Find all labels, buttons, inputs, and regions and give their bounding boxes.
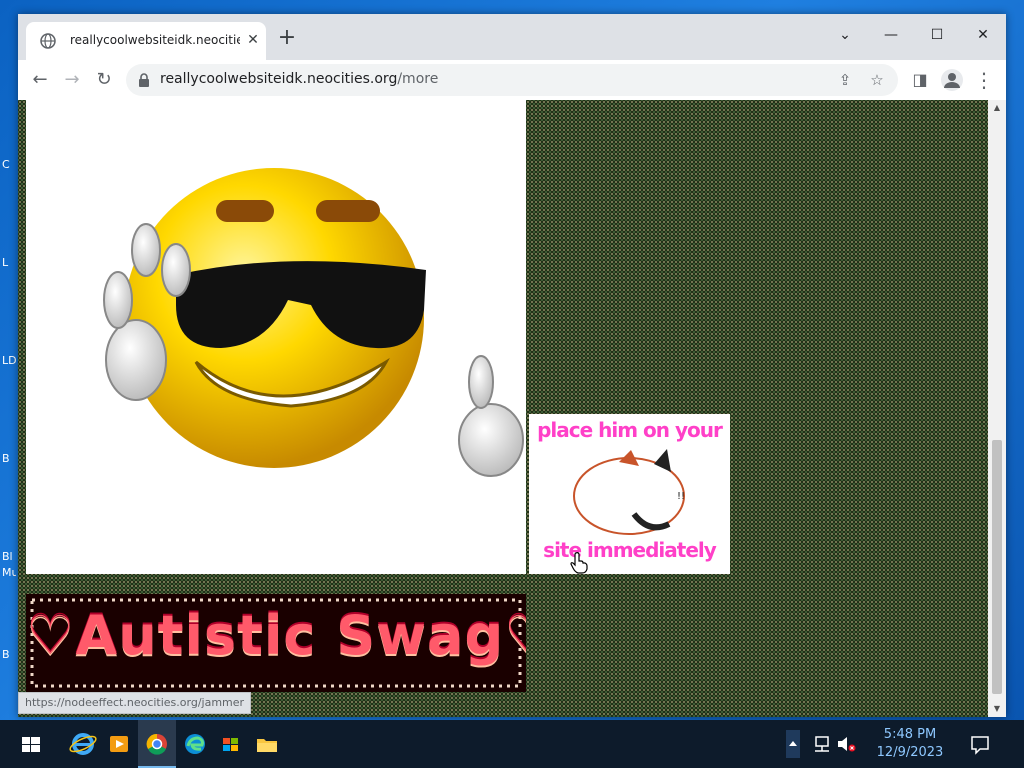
close-tab-icon[interactable]: ✕: [244, 31, 262, 49]
tab-strip: reallycoolwebsiteidk.neocities.org ✕ + ⌄…: [18, 14, 1006, 60]
action-center-icon[interactable]: [968, 732, 992, 756]
volume-muted-icon[interactable]: [836, 734, 856, 754]
media-player-icon[interactable]: [104, 728, 134, 760]
browser-tab[interactable]: reallycoolwebsiteidk.neocities.org ✕: [26, 22, 266, 60]
sunglasses-emoji-image: [26, 100, 526, 574]
desktop-icon-label[interactable]: Mu: [2, 566, 16, 579]
url-host: reallycoolwebsiteidk.neocities.org: [160, 71, 398, 87]
bookmark-star-icon[interactable]: ☆: [866, 69, 888, 91]
taskbar-clock[interactable]: 5:48 PM 12/9/2023: [862, 726, 958, 762]
url-text[interactable]: reallycoolwebsiteidk.neocities.org/more: [160, 71, 438, 87]
web-page: place him on your !! site immediately ♡A…: [18, 100, 988, 717]
chrome-menu-icon[interactable]: ⋮: [972, 68, 996, 92]
place-him-cat-gif[interactable]: place him on your !! site immediately: [529, 414, 730, 574]
maximize-button[interactable]: ☐: [922, 22, 952, 48]
url-path: /more: [397, 71, 439, 87]
desktop-icon-label[interactable]: B: [2, 452, 16, 465]
close-window-button[interactable]: ✕: [968, 22, 998, 48]
edge-icon[interactable]: [180, 728, 210, 760]
sunglasses-emoji-icon: [103, 168, 524, 477]
banner-text: ♡Autistic Swag♡: [26, 604, 526, 667]
lock-icon[interactable]: [138, 73, 150, 87]
browser-toolbar: ← → ↻ reallycoolwebsiteidk.neocities.org…: [18, 60, 1006, 101]
clock-time: 5:48 PM: [883, 727, 937, 742]
minimize-button[interactable]: —: [876, 22, 906, 48]
status-url-bubble: https://nodeeffect.neocities.org/jammer: [18, 692, 252, 714]
autistic-swag-banner: ♡Autistic Swag♡: [26, 594, 526, 692]
tab-title: reallycoolwebsiteidk.neocities.org: [70, 33, 240, 47]
globe-icon: [40, 33, 56, 49]
desktop-icon-label[interactable]: L: [2, 256, 16, 269]
share-icon[interactable]: ⇪: [834, 69, 856, 91]
chrome-window: reallycoolwebsiteidk.neocities.org ✕ + ⌄…: [18, 14, 1006, 717]
cat-drawing-icon: !!: [573, 449, 685, 535]
chrome-icon[interactable]: [142, 728, 172, 760]
desktop-icon-label[interactable]: Bl: [2, 550, 16, 563]
reload-button[interactable]: ↻: [92, 68, 116, 92]
windows-start-icon[interactable]: [16, 728, 46, 760]
hand-cursor-icon: [570, 552, 588, 574]
show-hidden-icons-icon[interactable]: [786, 730, 800, 758]
internet-explorer-icon[interactable]: [68, 728, 98, 760]
file-explorer-icon[interactable]: [252, 728, 282, 760]
tab-search-icon[interactable]: ⌄: [830, 22, 860, 48]
profile-avatar-icon[interactable]: [940, 68, 964, 92]
page-scrollbar[interactable]: ▲ ▼: [988, 100, 1006, 717]
scroll-thumb[interactable]: [992, 440, 1002, 694]
desktop-icon-label[interactable]: B: [2, 648, 16, 661]
cat-gif-top-text: place him on your: [537, 418, 723, 442]
forward-button[interactable]: →: [60, 68, 84, 92]
desktop-icon-label[interactable]: C: [2, 158, 16, 171]
scroll-down-arrow-icon[interactable]: ▼: [988, 701, 1006, 717]
desktop-icon-label[interactable]: LD: [2, 354, 16, 367]
taskbar: 5:48 PM 12/9/2023: [0, 720, 1024, 768]
side-panel-icon[interactable]: ◨: [908, 68, 932, 92]
back-button[interactable]: ←: [28, 68, 52, 92]
cat-gif-bottom-text: site immediately: [543, 538, 717, 562]
svg-text:!!: !!: [677, 491, 685, 502]
address-bar[interactable]: reallycoolwebsiteidk.neocities.org/more …: [126, 64, 898, 96]
clock-date: 12/9/2023: [876, 745, 944, 760]
store-icon[interactable]: [216, 728, 246, 760]
new-tab-button[interactable]: +: [276, 27, 298, 50]
scroll-up-arrow-icon[interactable]: ▲: [988, 100, 1006, 116]
network-icon[interactable]: [812, 734, 832, 754]
